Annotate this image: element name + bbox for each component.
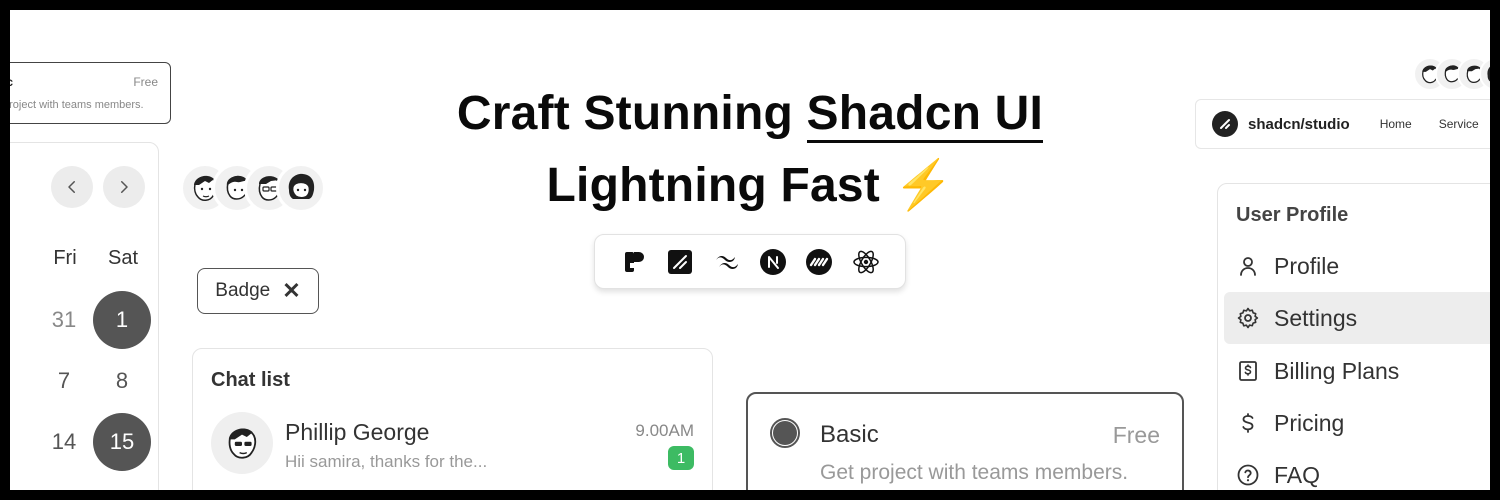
mini-plan-price: Free [133, 75, 158, 89]
plan-description: Get project with teams members. [820, 461, 1129, 484]
badge-close-icon[interactable]: ✕ [282, 280, 300, 302]
headline-highlight: Shadcn UI [806, 87, 1044, 143]
avatar-group [180, 163, 326, 213]
chat-contact-name[interactable]: Phillip George [285, 419, 429, 446]
headline-prefix: Craft Stunning [456, 87, 807, 140]
calendar-day[interactable]: 31 [35, 291, 93, 349]
menu-item-label: Pricing [1274, 409, 1345, 436]
lightning-icon: ⚡ [893, 159, 954, 212]
navbar: shadcn/studio Home Service [1195, 99, 1490, 149]
calendar-next-button[interactable] [103, 166, 145, 208]
calendar: Fri Sat 31 1 7 8 14 15 [10, 142, 159, 490]
menu-item-pricing[interactable]: Pricing [1224, 397, 1490, 449]
calendar-day-selected[interactable]: 15 [93, 413, 151, 471]
calendar-day[interactable]: 14 [35, 413, 93, 471]
person-illustration-icon [228, 428, 257, 459]
headline-line-2-text: Lightning Fast [546, 159, 880, 212]
person-illustration-icon [1487, 66, 1490, 82]
unread-count-badge: 1 [668, 446, 694, 470]
badge[interactable]: Badge ✕ [197, 268, 319, 314]
headline-line-1: Craft Stunning Shadcn UI [350, 78, 1150, 150]
framer-icon[interactable] [620, 248, 648, 276]
calendar-day[interactable]: 8 [93, 352, 151, 410]
motion-icon[interactable] [805, 248, 833, 276]
dollar-icon [1242, 413, 1254, 433]
menu-item-label: FAQ [1274, 461, 1321, 488]
chat-timestamp: 9.00AM [635, 421, 694, 440]
headline: Craft Stunning Shadcn UI Lightning Fast … [350, 78, 1150, 222]
chat-list-card: Chat list Phillip George Hii samira, tha… [192, 348, 713, 490]
plan-option-card[interactable]: Basic Free Get project with teams member… [746, 392, 1184, 490]
brand-logo-icon[interactable] [1212, 111, 1238, 137]
avatar[interactable] [276, 163, 326, 213]
mini-plan-name: ic [10, 75, 13, 89]
menu-item-label: Settings [1274, 304, 1358, 331]
billing-icon [1239, 361, 1257, 381]
chevron-right-icon [121, 181, 128, 193]
user-profile-menu: User Profile Profile Settings Billing Pl… [1217, 183, 1490, 490]
person-illustration-icon [288, 173, 315, 199]
calendar-header-sat: Sat [107, 247, 139, 269]
radio-dot-icon [773, 421, 797, 445]
calendar-day-selected[interactable]: 1 [93, 291, 151, 349]
banner-canvas: ic Free project with teams members. Fri … [10, 10, 1490, 490]
calendar-prev-button[interactable] [51, 166, 93, 208]
shadcn-icon[interactable] [666, 248, 694, 276]
calendar-header-fri: Fri [53, 247, 77, 269]
menu-item-label: Profile [1274, 252, 1340, 279]
menu-item-label: Billing Plans [1274, 357, 1400, 384]
nav-link-home[interactable]: Home [1380, 117, 1412, 131]
brand-name[interactable]: shadcn/studio [1248, 116, 1350, 133]
gear-icon [1237, 307, 1259, 329]
headline-line-2: Lightning Fast ⚡ [350, 150, 1150, 222]
menu-item-settings[interactable]: Settings [1224, 292, 1490, 344]
menu-item-profile[interactable]: Profile [1224, 240, 1490, 292]
nextjs-icon[interactable] [759, 248, 787, 276]
menu-title: User Profile [1236, 204, 1349, 226]
help-icon [1237, 464, 1259, 486]
mini-plan-card[interactable]: ic Free project with teams members. [10, 62, 171, 124]
chat-list-title: Chat list [211, 369, 290, 391]
chat-message-preview: Hii samira, thanks for the... [285, 452, 488, 471]
user-icon [1240, 257, 1256, 276]
plan-name: Basic [820, 421, 879, 448]
avatar-group-small [1413, 57, 1490, 91]
tailwind-icon[interactable] [713, 248, 741, 276]
avatar[interactable] [211, 412, 273, 474]
plan-price: Free [1112, 422, 1160, 448]
chevron-left-icon [68, 181, 75, 193]
react-icon[interactable] [852, 248, 880, 276]
menu-item-faq[interactable]: FAQ [1224, 449, 1490, 490]
menu-item-billing-plans[interactable]: Billing Plans [1224, 345, 1490, 397]
calendar-day[interactable]: 7 [35, 352, 93, 410]
badge-label: Badge [215, 280, 271, 301]
mini-plan-description: project with teams members. [10, 99, 144, 111]
plan-radio[interactable] [770, 418, 800, 448]
tech-stack-bar [594, 234, 906, 289]
nav-link-service[interactable]: Service [1439, 117, 1479, 131]
